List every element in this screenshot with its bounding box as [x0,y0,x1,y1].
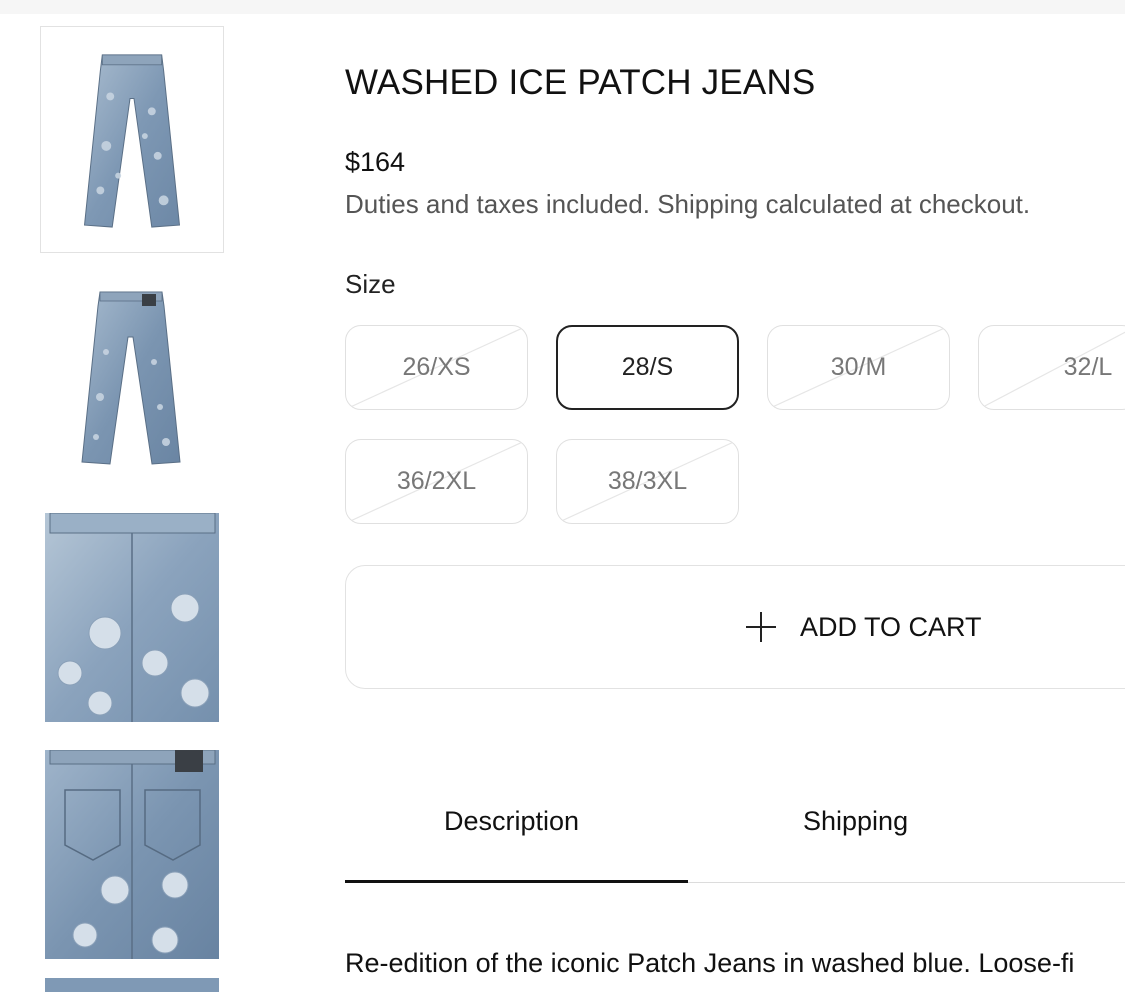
size-option-30-m[interactable]: 30/M [767,325,950,410]
thumbnail-back-detail[interactable] [45,750,219,959]
add-to-cart-button[interactable]: ADD TO CART [345,565,1125,689]
size-option-28-s[interactable]: 28/S [556,325,739,410]
tab-description[interactable]: Description [444,806,579,837]
jeans-front-detail-image [45,513,219,722]
tab-shipping[interactable]: Shipping [803,806,908,837]
size-option-38-3xl[interactable]: 38/3XL [556,439,739,524]
size-option-label: 38/3XL [607,467,688,495]
jeans-front-image [83,54,181,228]
active-tab-indicator [345,880,688,883]
product-price: $164 [345,147,406,177]
jeans-partial-image [45,978,219,992]
product-title: WASHED ICE PATCH JEANS [345,63,816,102]
size-option-32-l[interactable]: 32/L [978,325,1125,410]
jeans-back-detail-image [45,750,219,959]
thumbnail-front-view[interactable] [40,26,224,253]
tax-shipping-note: Duties and taxes included. Shipping calc… [345,189,1031,219]
thumbnail-front-detail[interactable] [45,513,219,722]
size-option-26-xs[interactable]: 26/XS [345,325,528,410]
thumbnail-partial[interactable] [45,978,219,992]
top-bar [0,0,1125,14]
product-description: Re-edition of the iconic Patch Jeans in … [345,948,1075,978]
plus-icon [746,612,776,642]
size-option-label: 30/M [830,353,887,381]
thumbnail-back-view[interactable] [70,282,190,467]
jeans-back-image [81,291,181,465]
size-option-label: 26/XS [402,353,471,381]
size-option-label: 36/2XL [396,467,477,495]
size-option-label: 28/S [621,353,674,381]
add-to-cart-label: ADD TO CART [800,611,982,642]
size-option-36-2xl[interactable]: 36/2XL [345,439,528,524]
size-option-label: 32/L [1063,353,1113,381]
size-label: Size [345,269,396,299]
